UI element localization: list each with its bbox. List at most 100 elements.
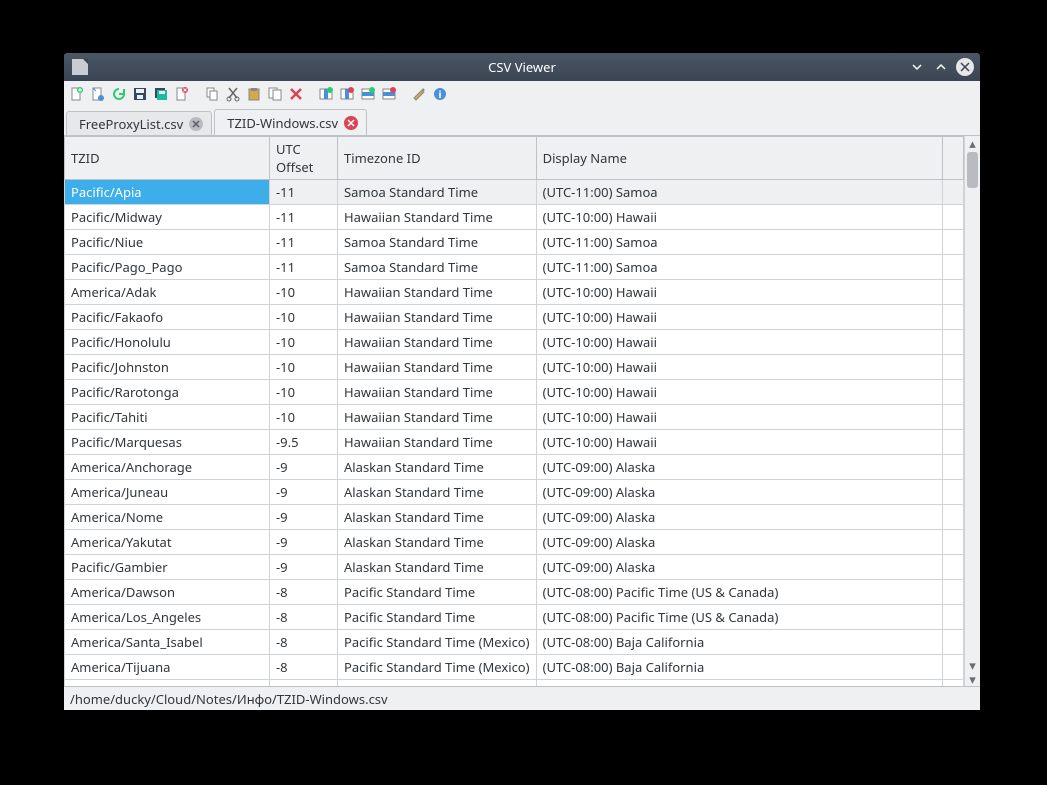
table-row[interactable]: Pacific/Marquesas-9.5Hawaiian Standard T…: [65, 430, 964, 455]
scroll-thumb[interactable]: [967, 152, 978, 188]
column-header[interactable]: Display Name: [536, 137, 942, 180]
cell-tzname[interactable]: Pacific Standard Time (Mexico): [338, 655, 537, 680]
column-header[interactable]: UTC Offset: [270, 137, 338, 180]
cell-display[interactable]: (UTC-08:00) Pacific Time (US & Canada): [536, 605, 942, 630]
table-row[interactable]: America/Juneau-9Alaskan Standard Time(UT…: [65, 480, 964, 505]
cell-display[interactable]: (UTC-10:00) Hawaii: [536, 430, 942, 455]
cell-tzname[interactable]: Alaskan Standard Time: [338, 530, 537, 555]
table-row[interactable]: America/Yakutat-9Alaskan Standard Time(U…: [65, 530, 964, 555]
cell-tzname[interactable]: Alaskan Standard Time: [338, 480, 537, 505]
cell-tzname[interactable]: Pacific Standard Time: [338, 580, 537, 605]
cell-tzid[interactable]: Pacific/Johnston: [65, 355, 270, 380]
cell-tzname[interactable]: Hawaiian Standard Time: [338, 430, 537, 455]
cell-tzid[interactable]: America/Los_Angeles: [65, 605, 270, 630]
info-icon[interactable]: i: [431, 85, 449, 103]
column-header[interactable]: Timezone ID: [338, 137, 537, 180]
insert-column-icon[interactable]: [317, 85, 335, 103]
cell-tzname[interactable]: Samoa Standard Time: [338, 180, 537, 205]
minimize-button[interactable]: [908, 58, 926, 76]
new-file-icon[interactable]: [68, 85, 86, 103]
cell-display[interactable]: (UTC-08:00) Pacific Time (US & Canada): [536, 580, 942, 605]
cell-tzid[interactable]: America/Vancouver: [65, 680, 270, 687]
paste-icon[interactable]: [245, 85, 263, 103]
save-icon[interactable]: [131, 85, 149, 103]
cell-tzname[interactable]: Samoa Standard Time: [338, 255, 537, 280]
maximize-button[interactable]: [932, 58, 950, 76]
table-row[interactable]: America/Vancouver-8Pacific Standard Time…: [65, 680, 964, 687]
data-table[interactable]: TZIDUTC OffsetTimezone IDDisplay Name Pa…: [64, 136, 964, 686]
cell-offset[interactable]: -10: [270, 355, 338, 380]
table-row[interactable]: America/Adak-10Hawaiian Standard Time(UT…: [65, 280, 964, 305]
open-file-icon[interactable]: [89, 85, 107, 103]
cell-tzid[interactable]: Pacific/Marquesas: [65, 430, 270, 455]
cell-offset[interactable]: -10: [270, 305, 338, 330]
cell-offset[interactable]: -11: [270, 180, 338, 205]
reload-icon[interactable]: [110, 85, 128, 103]
cell-tzname[interactable]: Hawaiian Standard Time: [338, 330, 537, 355]
table-row[interactable]: Pacific/Apia-11Samoa Standard Time(UTC-1…: [65, 180, 964, 205]
scroll-up-icon[interactable]: ▴: [965, 136, 980, 150]
cell-offset[interactable]: -8: [270, 605, 338, 630]
cell-display[interactable]: (UTC-10:00) Hawaii: [536, 330, 942, 355]
cell-display[interactable]: (UTC-10:00) Hawaii: [536, 305, 942, 330]
cell-display[interactable]: (UTC-11:00) Samoa: [536, 180, 942, 205]
tab-close-icon[interactable]: [344, 116, 358, 130]
table-row[interactable]: Pacific/Fakaofo-10Hawaiian Standard Time…: [65, 305, 964, 330]
cell-tzid[interactable]: America/Dawson: [65, 580, 270, 605]
cell-tzname[interactable]: Pacific Standard Time (Mexico): [338, 630, 537, 655]
cell-offset[interactable]: -8: [270, 655, 338, 680]
cell-display[interactable]: (UTC-08:00) Baja California: [536, 630, 942, 655]
cell-display[interactable]: (UTC-10:00) Hawaii: [536, 380, 942, 405]
cell-tzid[interactable]: Pacific/Apia: [65, 180, 270, 205]
copy-icon[interactable]: [203, 85, 221, 103]
cell-tzid[interactable]: America/Adak: [65, 280, 270, 305]
cell-display[interactable]: (UTC-11:00) Samoa: [536, 230, 942, 255]
cell-tzid[interactable]: Pacific/Rarotonga: [65, 380, 270, 405]
table-row[interactable]: Pacific/Tahiti-10Hawaiian Standard Time(…: [65, 405, 964, 430]
table-scroll[interactable]: TZIDUTC OffsetTimezone IDDisplay Name Pa…: [64, 136, 964, 686]
cell-tzid[interactable]: America/Santa_Isabel: [65, 630, 270, 655]
cell-offset[interactable]: -9: [270, 505, 338, 530]
cell-tzid[interactable]: Pacific/Pago_Pago: [65, 255, 270, 280]
cell-tzname[interactable]: Alaskan Standard Time: [338, 505, 537, 530]
cell-display[interactable]: (UTC-09:00) Alaska: [536, 455, 942, 480]
cell-tzid[interactable]: Pacific/Niue: [65, 230, 270, 255]
cell-tzname[interactable]: Hawaiian Standard Time: [338, 305, 537, 330]
cell-tzname[interactable]: Samoa Standard Time: [338, 230, 537, 255]
cell-offset[interactable]: -8: [270, 680, 338, 687]
cell-tzname[interactable]: Hawaiian Standard Time: [338, 405, 537, 430]
cell-tzid[interactable]: Pacific/Gambier: [65, 555, 270, 580]
cell-display[interactable]: (UTC-08:00) Pacific Time (US & Canada): [536, 680, 942, 687]
insert-row-icon[interactable]: [359, 85, 377, 103]
cell-tzid[interactable]: Pacific/Honolulu: [65, 330, 270, 355]
table-row[interactable]: America/Santa_Isabel-8Pacific Standard T…: [65, 630, 964, 655]
cell-offset[interactable]: -9: [270, 530, 338, 555]
cell-offset[interactable]: -11: [270, 230, 338, 255]
tab-tzid-windows-csv[interactable]: TZID-Windows.csv: [214, 109, 367, 135]
cell-tzname[interactable]: Alaskan Standard Time: [338, 555, 537, 580]
cell-display[interactable]: (UTC-10:00) Hawaii: [536, 205, 942, 230]
cell-tzname[interactable]: Hawaiian Standard Time: [338, 205, 537, 230]
delete-row-icon[interactable]: [380, 85, 398, 103]
cell-tzid[interactable]: America/Yakutat: [65, 530, 270, 555]
cell-tzname[interactable]: Pacific Standard Time: [338, 680, 537, 687]
vertical-scrollbar[interactable]: ▴ ▾ ▾: [964, 136, 980, 686]
cell-display[interactable]: (UTC-09:00) Alaska: [536, 505, 942, 530]
cell-tzname[interactable]: Hawaiian Standard Time: [338, 380, 537, 405]
table-row[interactable]: Pacific/Midway-11Hawaiian Standard Time(…: [65, 205, 964, 230]
cell-display[interactable]: (UTC-10:00) Hawaii: [536, 355, 942, 380]
column-header[interactable]: TZID: [65, 137, 270, 180]
save-all-icon[interactable]: [152, 85, 170, 103]
cell-tzid[interactable]: America/Juneau: [65, 480, 270, 505]
cell-tzname[interactable]: Alaskan Standard Time: [338, 455, 537, 480]
table-row[interactable]: Pacific/Niue-11Samoa Standard Time(UTC-1…: [65, 230, 964, 255]
cell-offset[interactable]: -9: [270, 480, 338, 505]
titlebar[interactable]: CSV Viewer: [64, 53, 980, 81]
table-row[interactable]: America/Nome-9Alaskan Standard Time(UTC-…: [65, 505, 964, 530]
cell-tzname[interactable]: Hawaiian Standard Time: [338, 280, 537, 305]
cell-offset[interactable]: -10: [270, 405, 338, 430]
table-row[interactable]: America/Anchorage-9Alaskan Standard Time…: [65, 455, 964, 480]
table-row[interactable]: Pacific/Pago_Pago-11Samoa Standard Time(…: [65, 255, 964, 280]
delete-column-icon[interactable]: [338, 85, 356, 103]
scroll-down-icon-2[interactable]: ▾: [965, 672, 980, 686]
